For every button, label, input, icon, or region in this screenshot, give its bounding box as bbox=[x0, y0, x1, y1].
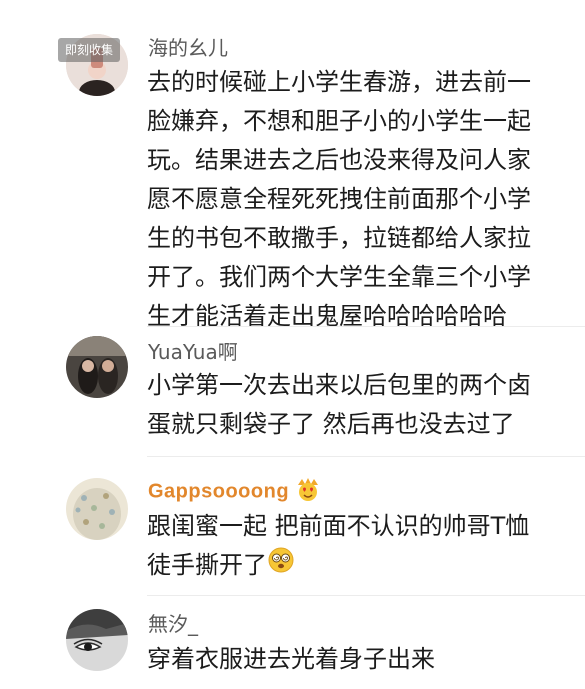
comment-line: 脸嫌弃，不想和胆子小的小学生一起 bbox=[147, 107, 531, 135]
crown-heart-eyes-emoji-icon bbox=[295, 477, 321, 507]
avatar-image bbox=[66, 336, 128, 398]
comment-line: 玩。结果进去之后也没来得及问人家 bbox=[147, 146, 531, 174]
comment-text: 小学第一次去出来以后包里的两个卤 蛋就只剩袋子了 然后再也没去过了 bbox=[147, 366, 567, 444]
comment-line: 愿不愿意全程死死拽住前面那个小学 bbox=[147, 185, 531, 213]
comment-line: 跟闺蜜一起 把前面不认识的帅哥T恤 bbox=[147, 512, 530, 540]
comment-line: 徒手撕开了 bbox=[147, 546, 567, 586]
comment-line: 去的时候碰上小学生春游，进去前一 bbox=[147, 68, 531, 96]
divider bbox=[147, 456, 585, 457]
comment-line: 蛋就只剩袋子了 然后再也没去过了 bbox=[147, 410, 515, 438]
comment-line: 生的书包不敢撒手，拉链都给人家拉 bbox=[147, 224, 531, 252]
comment-text: 去的时候碰上小学生春游，进去前一 脸嫌弃，不想和胆子小的小学生一起 玩。结果进去… bbox=[147, 63, 567, 336]
username[interactable]: Gappsoooong bbox=[148, 477, 321, 507]
username-text: Gappsoooong bbox=[148, 480, 290, 503]
comment-text: 跟闺蜜一起 把前面不认识的帅哥T恤 徒手撕开了 bbox=[147, 507, 567, 586]
username[interactable]: 海的幺儿 bbox=[148, 36, 228, 60]
blurred-watermark bbox=[445, 656, 585, 680]
username[interactable]: YuaYua啊 bbox=[148, 340, 238, 364]
divider bbox=[147, 326, 585, 327]
avatar[interactable] bbox=[66, 609, 128, 671]
comment-line: 生才能活着走出鬼屋哈哈哈哈哈哈 bbox=[147, 302, 507, 330]
watermark-label: 即刻收集 bbox=[58, 38, 120, 62]
comment-line-text: 徒手撕开了 bbox=[147, 551, 267, 579]
avatar-image bbox=[66, 609, 128, 671]
avatar[interactable] bbox=[66, 336, 128, 398]
avatar[interactable] bbox=[66, 478, 128, 540]
avatar-image bbox=[66, 478, 128, 540]
username[interactable]: 無汐_ bbox=[148, 612, 198, 636]
comment-line: 小学第一次去出来以后包里的两个卤 bbox=[147, 371, 531, 399]
comment-line: 开了。我们两个大学生全靠三个小学 bbox=[147, 263, 531, 291]
divider bbox=[147, 595, 585, 596]
dizzy-face-emoji-icon bbox=[267, 546, 295, 586]
